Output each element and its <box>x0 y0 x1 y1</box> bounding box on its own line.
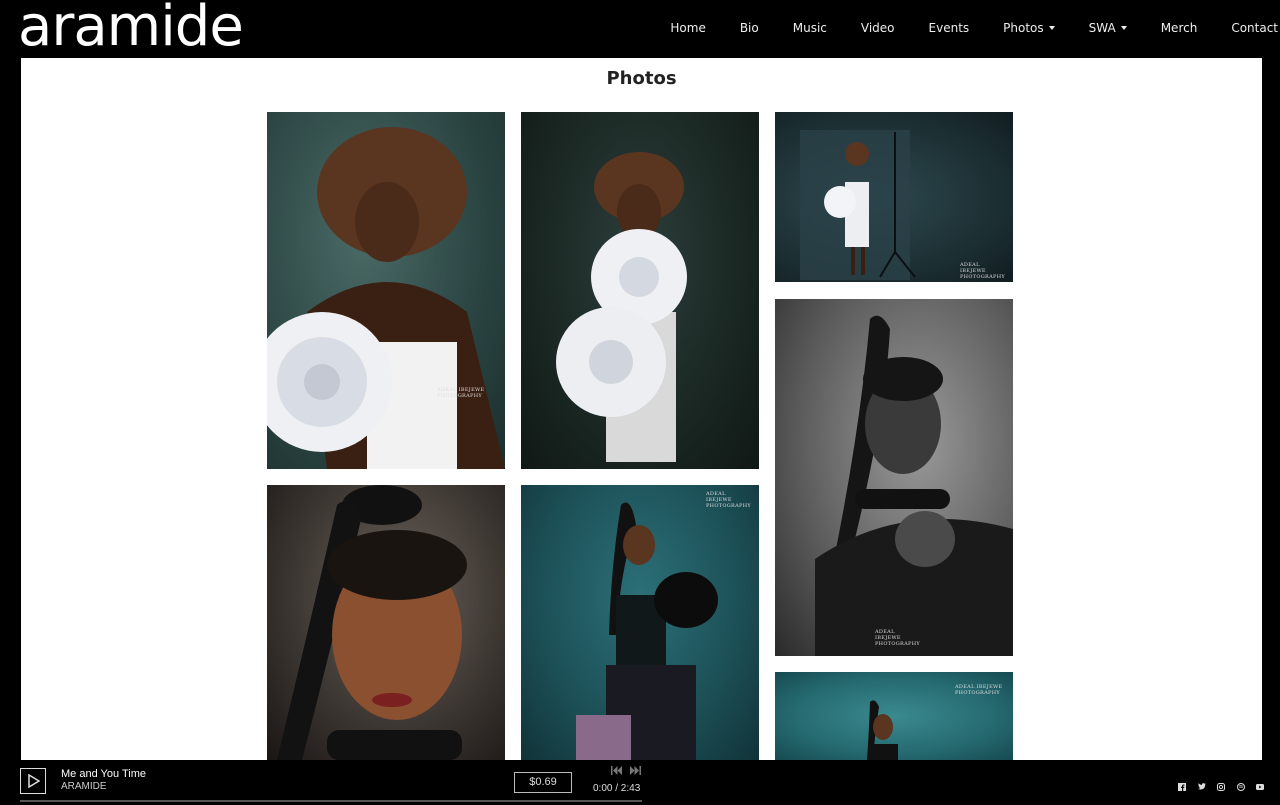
progress-bar[interactable] <box>20 800 642 802</box>
track-artist: ARAMIDE <box>61 781 107 792</box>
photo-watermark: ADEAL IBEJEWE PHOTOGRAPHY <box>437 387 485 399</box>
site-logo[interactable]: aramide <box>18 0 244 58</box>
photo-figure <box>267 127 505 469</box>
nav-events[interactable]: Events <box>912 21 987 35</box>
photo-figure <box>576 502 718 760</box>
photo-watermark: ADEAL IBEJEWE PHOTOGRAPHY <box>955 684 1003 696</box>
nav-bio[interactable]: Bio <box>723 21 776 35</box>
play-icon <box>28 774 40 788</box>
nav-merch-label: Merch <box>1160 21 1198 35</box>
nav-merch[interactable]: Merch <box>1144 21 1215 35</box>
caret-down-icon <box>1048 26 1055 30</box>
facebook-icon[interactable] <box>1177 782 1186 791</box>
photo-watermark: ADEAL IBEJEWE PHOTOGRAPHY <box>875 629 920 647</box>
main-nav: Home Bio Music Video Events Photos SWA M… <box>653 0 1280 56</box>
buy-price-button[interactable]: $0.69 <box>514 772 572 793</box>
nav-video-label: Video <box>860 21 895 35</box>
nav-music-label: Music <box>792 21 827 35</box>
site-header: aramide Home Bio Music Video Events Phot… <box>0 0 1280 58</box>
play-button[interactable] <box>20 768 46 794</box>
youtube-icon[interactable] <box>1255 782 1264 791</box>
photo-figure <box>556 152 687 462</box>
nav-contact[interactable]: Contact <box>1214 21 1280 35</box>
nav-home[interactable]: Home <box>653 21 722 35</box>
nav-photos[interactable]: Photos <box>986 21 1071 35</box>
photo-figure <box>277 485 467 760</box>
nav-events-label: Events <box>928 21 970 35</box>
nav-swa[interactable]: SWA <box>1072 21 1144 35</box>
playback-time: 0:00 / 2:43 <box>593 783 641 794</box>
photo-seated-teal-background[interactable]: ADEAL IBEJEWE PHOTOGRAPHY <box>521 485 759 760</box>
next-track-icon[interactable] <box>629 766 641 775</box>
photo-teal-background-partial[interactable]: ADEAL IBEJEWE PHOTOGRAPHY <box>775 672 1013 760</box>
photo-white-dress-studio-full[interactable]: ADEAL IBEJEWE PHOTOGRAPHY <box>775 112 1013 282</box>
photo-portrait-braid-closeup-color[interactable] <box>267 485 505 760</box>
nav-contact-label: Contact <box>1231 21 1278 35</box>
nav-home-label: Home <box>670 21 706 35</box>
photo-watermark: ADEAL IBEJEWE PHOTOGRAPHY <box>706 491 751 509</box>
nav-swa-label: SWA <box>1088 21 1116 35</box>
nav-photos-label: Photos <box>1003 21 1044 35</box>
content-panel: Photos ADEAL IBEJEWE PHOTOGRAPHY ADEAL I… <box>21 58 1262 760</box>
track-title: Me and You Time <box>61 768 147 780</box>
nav-bio-label: Bio <box>739 21 759 35</box>
spotify-icon[interactable] <box>1236 782 1245 791</box>
photo-white-flower-dress-closeup[interactable]: ADEAL IBEJEWE PHOTOGRAPHY <box>267 112 505 469</box>
page-title: Photos <box>606 68 677 89</box>
previous-track-icon[interactable] <box>611 766 623 775</box>
twitter-icon[interactable] <box>1197 782 1206 791</box>
photo-watermark: ADEAL IBEJEWE PHOTOGRAPHY <box>960 262 1005 280</box>
photo-white-flower-dress-hands-up[interactable] <box>521 112 759 469</box>
music-player: Me and You Time ARAMIDE $0.69 0:00 / 2:4… <box>0 760 1280 805</box>
nav-video[interactable]: Video <box>844 21 912 35</box>
photo-portrait-braid-black-white[interactable]: ADEAL IBEJEWE PHOTOGRAPHY <box>775 299 1013 656</box>
nav-music[interactable]: Music <box>776 21 844 35</box>
caret-down-icon <box>1120 26 1127 30</box>
photo-figure <box>815 315 1013 656</box>
photo-figure <box>800 130 916 280</box>
instagram-icon[interactable] <box>1216 782 1225 791</box>
